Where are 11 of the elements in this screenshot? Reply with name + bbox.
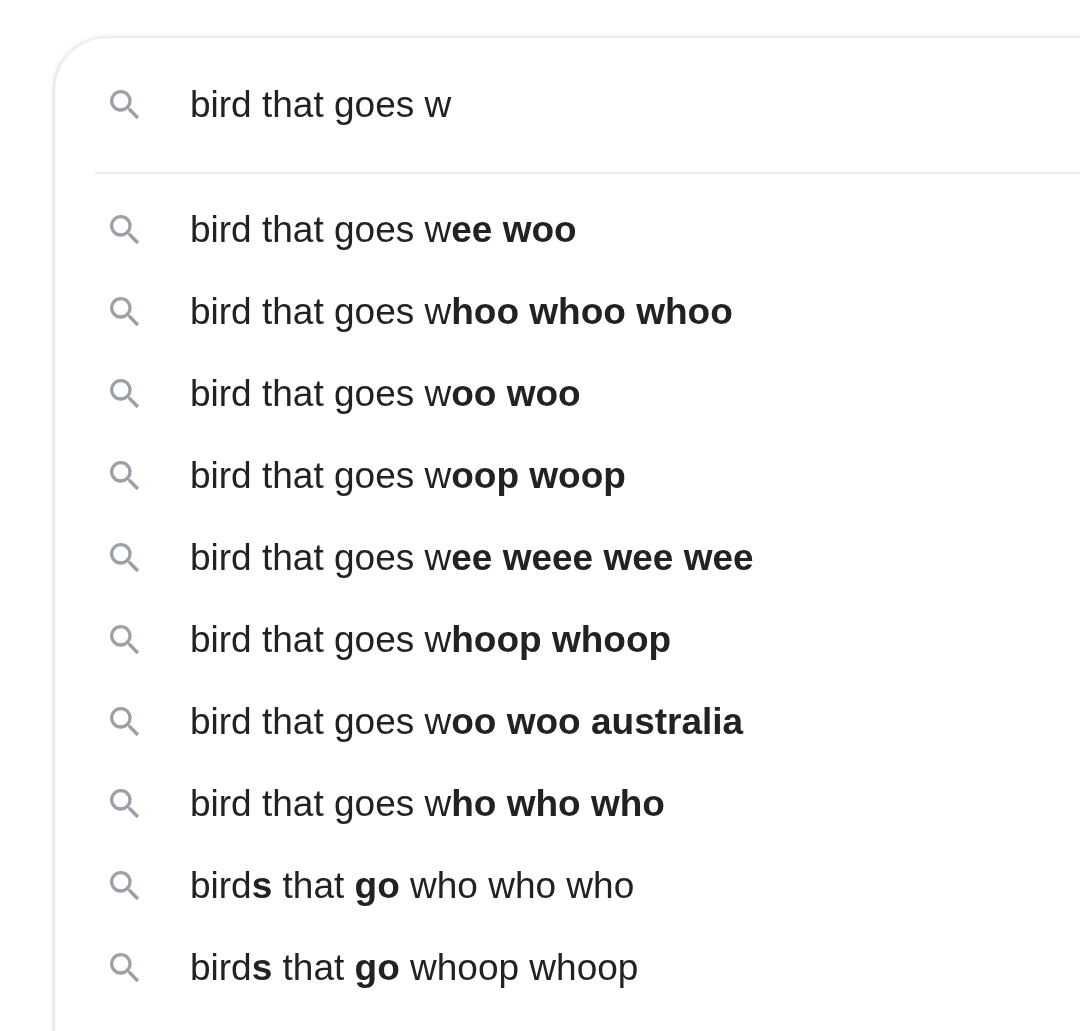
suggestion-item[interactable]: birds that go who who who — [55, 845, 1080, 927]
suggestion-item[interactable]: bird that goes whoo whoo whoo — [55, 271, 1080, 353]
search-field[interactable]: bird that goes w — [190, 84, 890, 126]
suggestion-item[interactable]: birds that go whoop whoop — [55, 927, 1080, 1009]
suggestion-item[interactable]: bird that goes wee woo — [55, 189, 1080, 271]
suggestion-item[interactable]: bird that goes woo woo — [55, 353, 1080, 435]
suggestion-item[interactable]: bird that goes who who who — [55, 763, 1080, 845]
suggestion-item[interactable]: bird that goes wee weee wee wee — [55, 517, 1080, 599]
suggestion-item[interactable]: bird that goes woop woop — [55, 435, 1080, 517]
suggestion-item[interactable]: bird that goes whoop whoop — [55, 599, 1080, 681]
suggestion-item[interactable]: bird that goes woo woo australia — [55, 681, 1080, 763]
